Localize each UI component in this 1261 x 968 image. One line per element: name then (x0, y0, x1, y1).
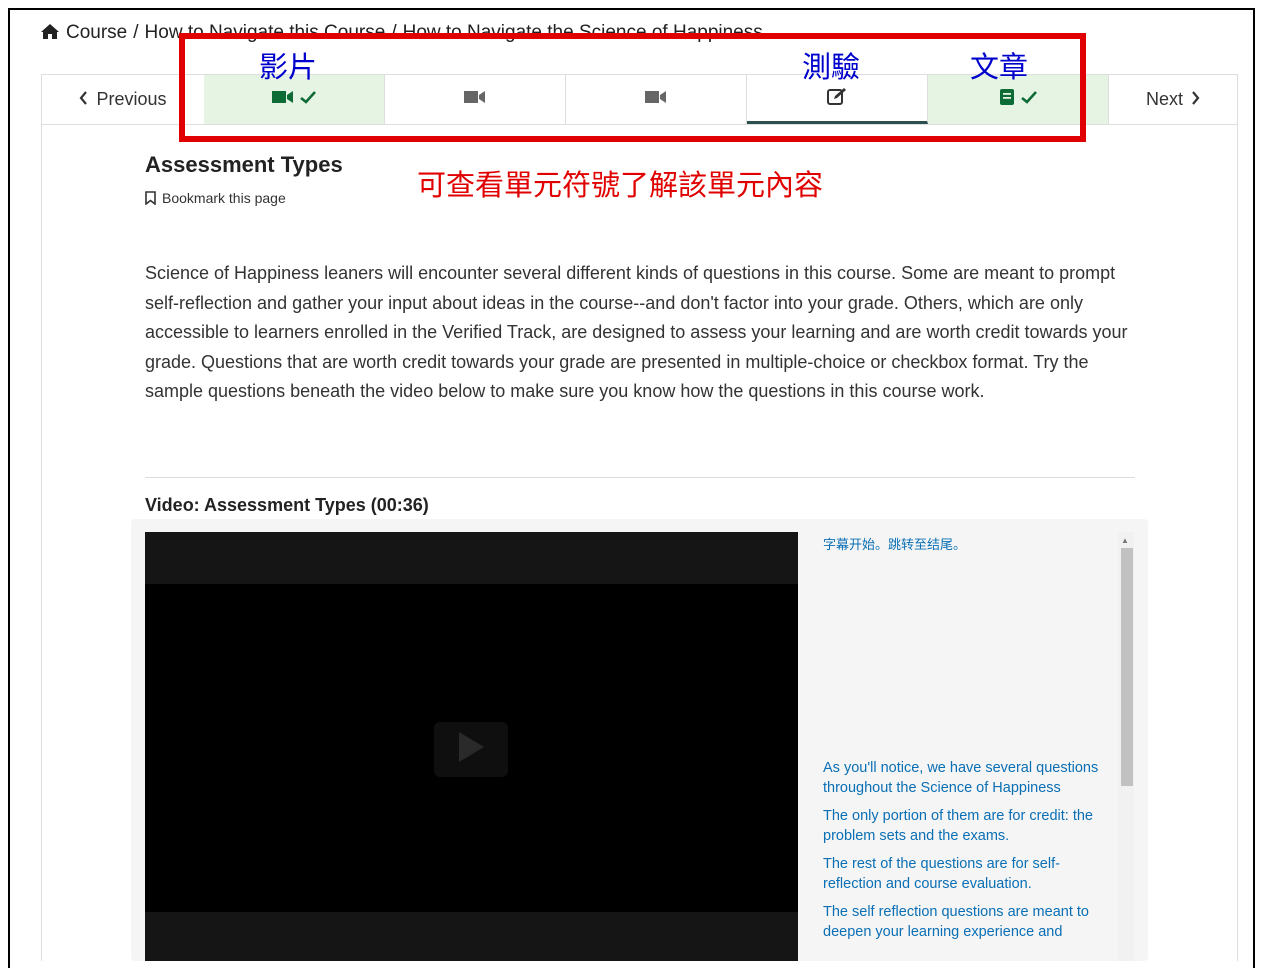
bookmark-icon (145, 190, 162, 206)
video-control-bar[interactable] (145, 912, 798, 961)
play-icon (457, 731, 485, 768)
play-button[interactable] (434, 722, 508, 777)
breadcrumb-course-link[interactable]: Course (66, 22, 127, 43)
unit-title: Assessment Types (145, 152, 343, 177)
video-heading: Video: Assessment Types (00:36) (145, 495, 429, 515)
bookmark-label: Bookmark this page (162, 190, 286, 206)
annotation-article-label: 文章 (970, 50, 1029, 84)
chevron-left-icon (79, 89, 88, 110)
transcript-line[interactable]: The rest of the questions are for self-r… (823, 854, 1118, 894)
video-top-bar (145, 532, 798, 584)
transcript-lines: As you'll notice, we have several questi… (823, 758, 1118, 950)
content-border (1237, 125, 1238, 961)
next-button[interactable]: Next (1109, 75, 1237, 124)
bookmark-button[interactable]: Bookmark this page (145, 190, 286, 206)
transcript-line[interactable]: The only portion of them are for credit:… (823, 806, 1118, 846)
annotation-quiz-label: 測驗 (802, 50, 861, 84)
home-icon[interactable] (40, 22, 66, 43)
previous-label: Previous (96, 89, 167, 109)
annotation-hint-text: 可查看單元符號了解該單元內容 (417, 168, 824, 202)
transcript-line[interactable]: As you'll notice, we have several questi… (823, 758, 1118, 798)
transcript-skip-link[interactable]: 字幕开始。跳转至结尾。 (823, 534, 966, 553)
next-label: Next (1145, 89, 1183, 109)
content-border (41, 125, 42, 961)
chevron-right-icon (1191, 89, 1200, 110)
transcript-line[interactable]: The self reflection questions are meant … (823, 902, 1118, 942)
transcript-scrollbar-thumb[interactable] (1121, 548, 1133, 786)
video-player[interactable] (145, 532, 798, 961)
transcript-panel: 字幕开始。跳转至结尾。 As you'll notice, we have se… (823, 532, 1123, 961)
divider (145, 477, 1135, 478)
breadcrumb-separator: / (133, 22, 139, 43)
unit-body-text: Science of Happiness leaners will encoun… (145, 263, 1128, 401)
scroll-up-arrow-icon[interactable]: ▲ (1121, 536, 1129, 545)
annotation-video-label: 影片 (259, 50, 318, 84)
